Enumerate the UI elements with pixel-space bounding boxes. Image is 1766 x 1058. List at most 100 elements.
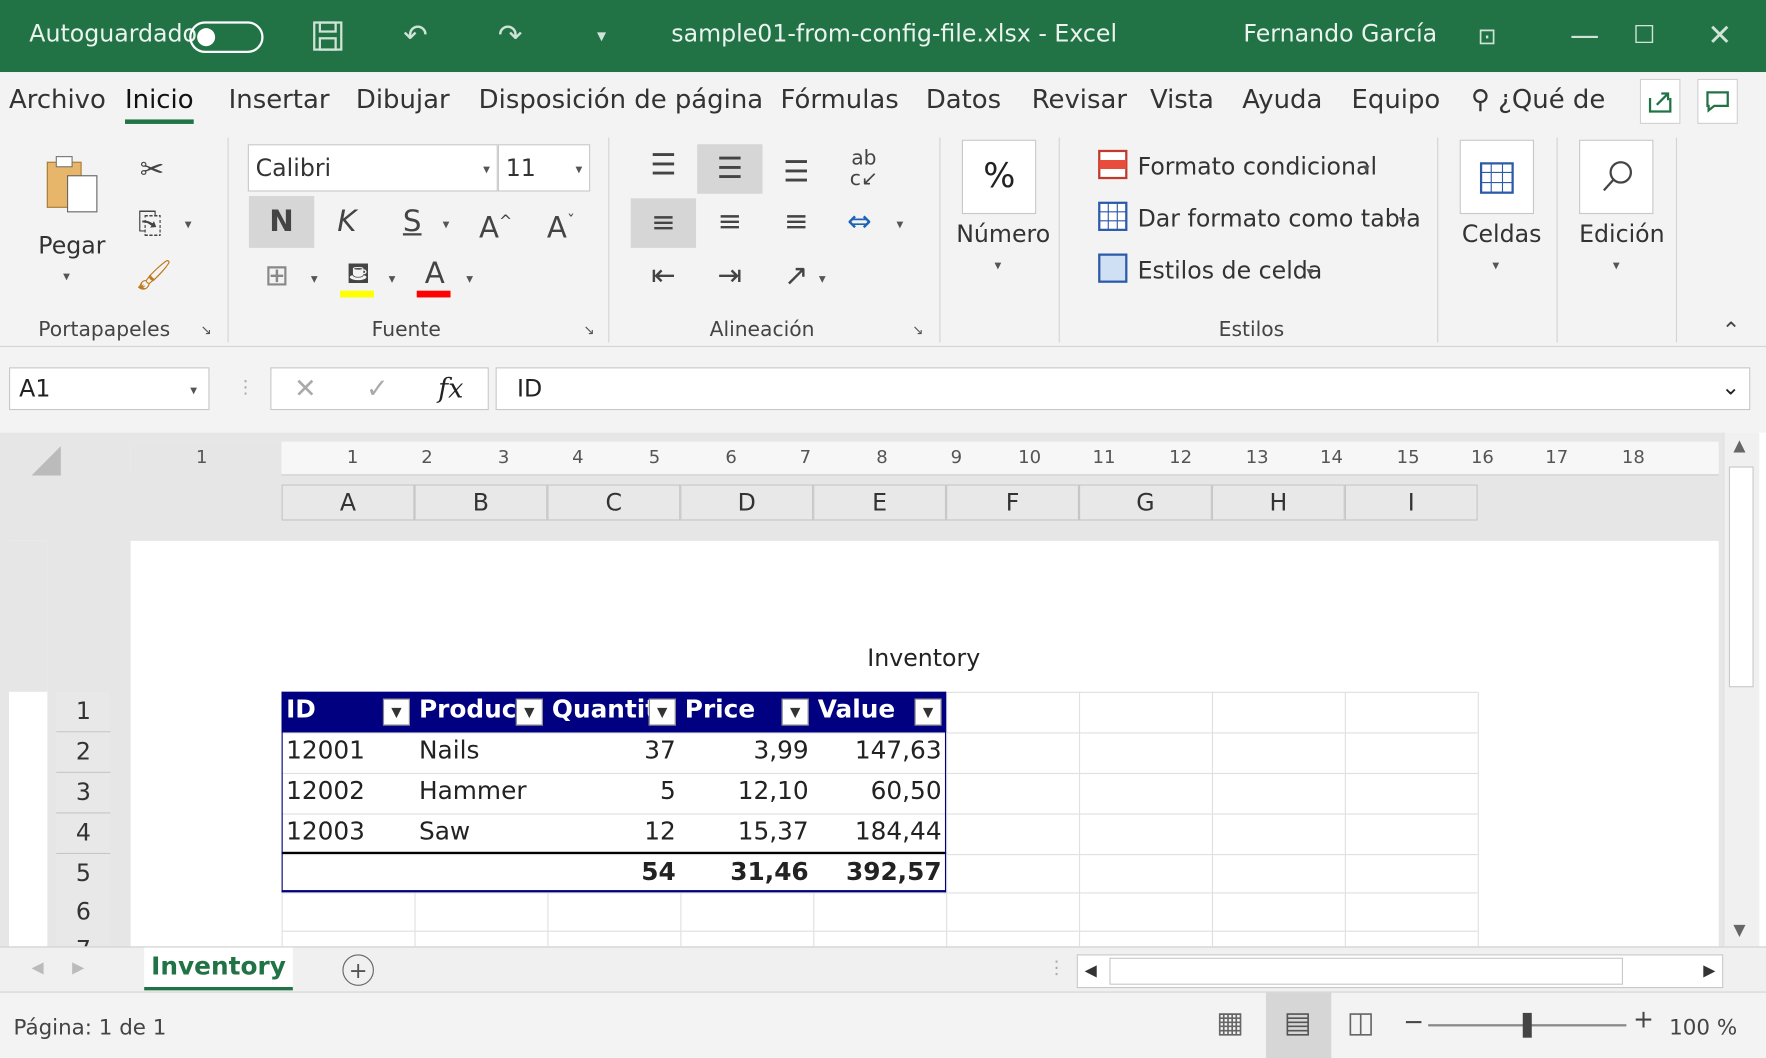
paste-icon[interactable] <box>41 151 104 219</box>
row-header-4[interactable]: 4 <box>56 813 111 855</box>
zoom-level[interactable]: 100 % <box>1669 1015 1737 1040</box>
format-painter-icon[interactable]: 🖌 <box>135 259 172 293</box>
tab-disposicion[interactable]: Disposición de página <box>479 86 763 115</box>
bold-button[interactable]: N <box>248 196 315 248</box>
formula-input[interactable]: ID ⌄ <box>495 367 1751 411</box>
table-cell[interactable]: Saw <box>414 813 547 854</box>
cells-button[interactable] <box>1459 139 1535 215</box>
cell-styles-button[interactable]: Estilos de celda <box>1138 257 1323 284</box>
scroll-right-icon[interactable]: ▶ <box>1703 962 1715 980</box>
table-cell[interactable]: 12001 <box>282 732 415 773</box>
name-box[interactable]: A1 ▾ <box>9 367 210 411</box>
align-left-icon[interactable]: ≡ <box>630 198 697 248</box>
table-cell[interactable]: 184,44 <box>813 813 946 854</box>
prev-sheet-icon[interactable]: ◀ <box>32 959 44 977</box>
table-cell[interactable]: 12 <box>547 813 680 854</box>
cells-group-label[interactable]: Celdas <box>1462 221 1541 248</box>
decrease-font-button[interactable]: Aˇ <box>543 205 579 245</box>
tab-equipo[interactable]: Equipo <box>1352 86 1441 115</box>
horizontal-scroll-thumb[interactable] <box>1109 957 1623 985</box>
filter-value-button[interactable]: ▼ <box>914 698 942 726</box>
autosave-toggle[interactable] <box>189 21 264 53</box>
vertical-scrollbar[interactable]: ▲ ▼ <box>1723 432 1760 947</box>
table-cell[interactable]: Hammer <box>414 773 547 814</box>
share-button[interactable] <box>1639 78 1681 124</box>
user-name[interactable]: Fernando García <box>1243 20 1437 47</box>
comments-button[interactable] <box>1697 78 1738 124</box>
filter-price-button[interactable]: ▼ <box>781 698 809 726</box>
expand-formula-icon[interactable]: ⌄ <box>1721 373 1740 400</box>
editing-group-label[interactable]: Edición <box>1579 221 1665 248</box>
tell-me[interactable]: ⚲ ¿Qué de <box>1471 86 1605 115</box>
format-as-table-icon[interactable] <box>1097 201 1129 240</box>
tab-dibujar[interactable]: Dibujar <box>356 86 450 115</box>
scroll-left-icon[interactable]: ◀ <box>1085 962 1097 980</box>
tab-datos[interactable]: Datos <box>926 86 1001 115</box>
format-as-table-button[interactable]: Dar formato como tabla <box>1138 205 1421 232</box>
number-group-label[interactable]: Número <box>956 221 1050 248</box>
table-cell[interactable]: 15,37 <box>680 813 813 854</box>
editing-button[interactable] <box>1579 139 1654 215</box>
col-header-f[interactable]: F <box>946 484 1079 521</box>
col-header-b[interactable]: B <box>414 484 548 521</box>
cancel-icon[interactable]: ✕ <box>294 373 317 405</box>
table-cell[interactable]: 37 <box>547 732 680 773</box>
select-all-corner[interactable] <box>31 446 61 476</box>
copy-icon[interactable]: ⎘ <box>133 207 167 241</box>
increase-indent-icon[interactable]: ⇥ <box>713 259 747 293</box>
col-header-c[interactable]: C <box>547 484 681 521</box>
wrap-text-icon[interactable]: ↗ <box>777 259 815 293</box>
table-cell[interactable]: 60,50 <box>813 773 946 814</box>
col-header-h[interactable]: H <box>1211 484 1345 521</box>
italic-button[interactable]: K <box>329 205 365 239</box>
minimize-icon[interactable]: — <box>1570 19 1599 53</box>
font-color-button[interactable]: A <box>416 257 453 298</box>
col-header-g[interactable]: G <box>1078 484 1212 521</box>
underline-button[interactable]: S <box>394 205 430 239</box>
enter-icon[interactable]: ✓ <box>366 373 389 405</box>
table-cell[interactable]: 5 <box>547 773 680 814</box>
tab-formulas[interactable]: Fórmulas <box>781 86 899 115</box>
row-header-5[interactable]: 5 <box>56 854 111 895</box>
row-header-6[interactable]: 6 <box>56 892 111 933</box>
total-quantity[interactable]: 54 <box>547 854 680 895</box>
page-header[interactable]: Inventory <box>867 644 980 671</box>
horizontal-scrollbar[interactable]: ◀ ▶ <box>1076 954 1724 989</box>
close-icon[interactable]: ✕ <box>1707 19 1732 53</box>
col-header-a[interactable]: A <box>281 484 415 521</box>
row-header-7[interactable]: 7 <box>56 930 111 947</box>
filter-id-button[interactable]: ▼ <box>382 698 410 726</box>
decrease-indent-icon[interactable]: ⇤ <box>646 259 680 293</box>
redo-icon[interactable]: ↷ <box>498 19 523 53</box>
tab-vista[interactable]: Vista <box>1150 86 1214 115</box>
orientation-icon[interactable]: ab c↙ <box>845 148 883 190</box>
total-value[interactable]: 392,57 <box>813 854 946 895</box>
row-header-2[interactable]: 2 <box>56 732 111 773</box>
row-header-3[interactable]: 3 <box>56 772 111 814</box>
zoom-slider-thumb[interactable] <box>1522 1012 1532 1038</box>
align-bottom-icon[interactable]: ☰ <box>779 155 813 189</box>
ribbon-display-icon[interactable]: ⊡ <box>1478 19 1497 53</box>
cut-icon[interactable]: ✂ <box>135 153 169 187</box>
maximize-icon[interactable]: ☐ <box>1633 19 1655 53</box>
scroll-down-icon[interactable]: ▼ <box>1733 922 1745 940</box>
merge-center-icon[interactable]: ⇔ <box>840 205 878 239</box>
filter-product-button[interactable]: ▼ <box>515 698 543 726</box>
undo-icon[interactable]: ↶ <box>403 19 428 53</box>
table-cell[interactable]: 3,99 <box>680 732 813 773</box>
tab-archivo[interactable]: Archivo <box>9 86 106 115</box>
page-break-view-icon[interactable]: ◫ <box>1347 1006 1375 1040</box>
align-top-icon[interactable]: ☰ <box>646 149 680 183</box>
align-middle-icon[interactable]: ☰ <box>697 144 763 194</box>
save-icon[interactable] <box>311 19 345 61</box>
zoom-in-icon[interactable]: + <box>1633 1006 1654 1034</box>
normal-view-icon[interactable]: ▦ <box>1216 1006 1244 1040</box>
col-header-e[interactable]: E <box>813 484 947 521</box>
collapse-ribbon-icon[interactable]: ⌃ <box>1716 313 1745 347</box>
conditional-format-button[interactable]: Formato condicional <box>1138 153 1377 180</box>
scroll-up-icon[interactable]: ▲ <box>1733 437 1745 455</box>
font-name-select[interactable]: Calibri ▾ <box>247 144 498 192</box>
cell-styles-icon[interactable] <box>1097 252 1129 291</box>
col-header-i[interactable]: I <box>1344 484 1478 521</box>
number-format-button[interactable]: % <box>961 139 1037 215</box>
